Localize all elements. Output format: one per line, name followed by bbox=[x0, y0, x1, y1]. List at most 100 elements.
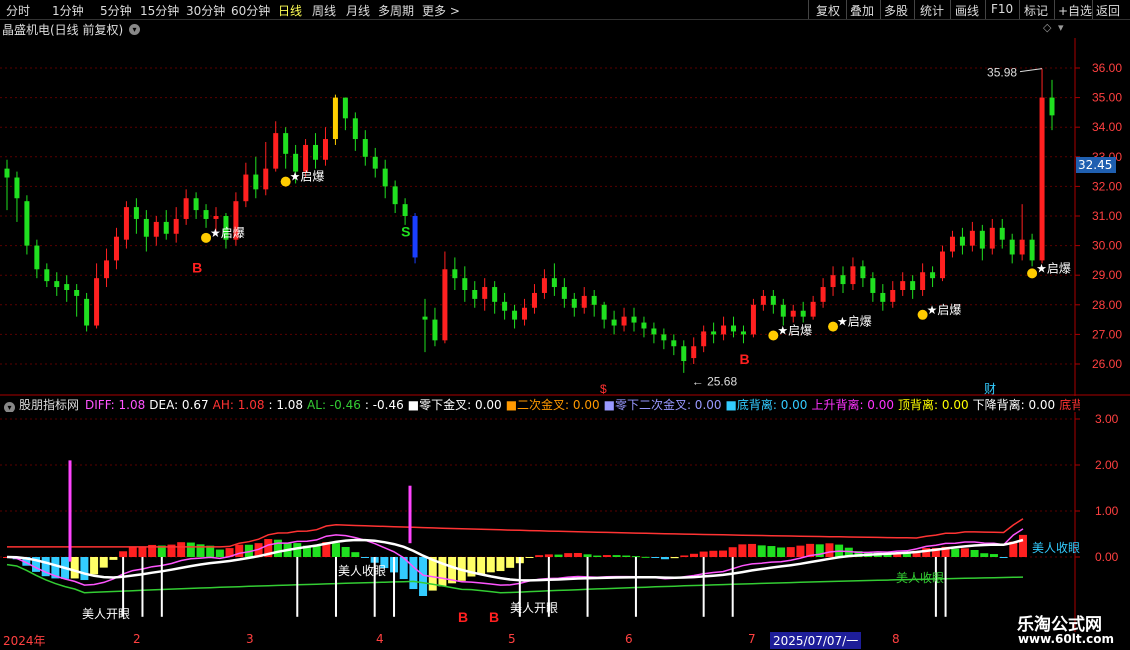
qibao-label: ★启爆 bbox=[777, 324, 812, 338]
macd-bar bbox=[177, 542, 186, 557]
candle-body bbox=[502, 301, 508, 311]
candle-body bbox=[681, 346, 687, 362]
candle-body bbox=[760, 295, 766, 305]
candle-body bbox=[551, 278, 557, 288]
candle-body bbox=[283, 133, 289, 154]
candle-body bbox=[4, 168, 10, 178]
candle-body bbox=[820, 287, 826, 302]
stock-title: 晶盛机电(日线 前复权) bbox=[2, 23, 124, 37]
candle-body bbox=[263, 168, 269, 190]
macd-bar bbox=[486, 557, 495, 573]
candle-body bbox=[213, 216, 219, 219]
macd-bar bbox=[970, 549, 979, 557]
qibao-label: ★启爆 bbox=[927, 303, 962, 317]
indicator-name: 股朋指标网 bbox=[19, 398, 80, 412]
candle-body bbox=[531, 292, 537, 308]
macd-bar bbox=[999, 557, 1008, 558]
date-cursor: 2025/07/07/一 bbox=[770, 632, 862, 649]
period-multi[interactable]: 多周期 bbox=[378, 2, 414, 19]
price-axis-label: 36.00 bbox=[1092, 61, 1122, 75]
btn-biaoji[interactable]: 标记 bbox=[1024, 2, 1048, 19]
macd-bar bbox=[341, 546, 350, 557]
price-axis-label: 27.00 bbox=[1092, 327, 1122, 341]
candle-body bbox=[303, 144, 309, 172]
period-weekly[interactable]: 周线 bbox=[312, 2, 336, 19]
btn-fanhui[interactable]: 返回 bbox=[1096, 2, 1120, 19]
btn-tongji[interactable]: 统计 bbox=[920, 2, 944, 19]
date-month-8: 8 bbox=[892, 632, 900, 646]
candle-body bbox=[999, 227, 1005, 240]
macd-bar bbox=[951, 548, 960, 557]
qibao-label: ★启爆 bbox=[837, 315, 872, 329]
period-daily[interactable]: 日线 bbox=[278, 2, 302, 19]
btn-duogu[interactable]: 多股 bbox=[884, 2, 908, 19]
macd-bar bbox=[535, 555, 544, 557]
legend-item: 顶背离: 0.00 bbox=[898, 398, 969, 412]
macd-bar bbox=[564, 553, 573, 557]
macd-bar bbox=[409, 557, 418, 590]
candle-body bbox=[1029, 239, 1035, 261]
candle-body bbox=[711, 331, 717, 335]
candle-body bbox=[1009, 239, 1015, 255]
period-60min[interactable]: 60分钟 bbox=[231, 2, 270, 19]
macd-bar bbox=[670, 557, 679, 559]
current-price-badge: 32.45 bbox=[1076, 157, 1116, 173]
candle-body bbox=[84, 298, 90, 326]
diamond-icon[interactable]: ◇ bbox=[1043, 21, 1051, 34]
price-axis-label: 34.00 bbox=[1092, 120, 1122, 134]
candle-body bbox=[14, 177, 20, 199]
candle-body bbox=[492, 287, 498, 302]
candle-body bbox=[890, 290, 896, 302]
date-month-5: 5 bbox=[508, 632, 516, 646]
date-axis: 2024年 2 3 4 5 6 7 2025/07/07/一 8 bbox=[0, 631, 1000, 650]
macd-bar bbox=[70, 557, 79, 579]
candle-body bbox=[462, 278, 468, 290]
btn-zixuan[interactable]: +自选 bbox=[1058, 2, 1092, 19]
macd-bar bbox=[660, 557, 669, 560]
period-1min[interactable]: 1分钟 bbox=[52, 2, 84, 19]
period-15min[interactable]: 15分钟 bbox=[140, 2, 179, 19]
btn-huaxian[interactable]: 画线 bbox=[955, 2, 979, 19]
candle-body bbox=[810, 301, 816, 317]
period-30min[interactable]: 30分钟 bbox=[186, 2, 225, 19]
candle-body bbox=[482, 287, 488, 299]
high-marker-line bbox=[1019, 68, 1043, 73]
macd-bar bbox=[767, 546, 776, 557]
candle-body bbox=[969, 230, 975, 246]
candle-body bbox=[94, 278, 100, 326]
macd-bar bbox=[641, 556, 650, 558]
btn-diejia[interactable]: 叠加 bbox=[850, 2, 874, 19]
legend-item: 上升背离: 0.00 bbox=[811, 398, 895, 412]
high-price-label: 35.98 bbox=[987, 66, 1017, 80]
candle-body bbox=[920, 272, 926, 290]
macd-bar bbox=[90, 557, 99, 575]
macd-bar bbox=[602, 555, 611, 557]
candle-body bbox=[253, 174, 259, 190]
period-fenshi[interactable]: 分时 bbox=[6, 2, 30, 19]
candle-body bbox=[850, 266, 856, 285]
candlestick-chart[interactable]: 36.0035.0034.0033.0032.0031.0030.0029.00… bbox=[0, 38, 1130, 396]
candle-body bbox=[621, 316, 627, 326]
candle-body bbox=[322, 139, 328, 160]
candle-body bbox=[701, 331, 707, 347]
price-axis-label: 28.00 bbox=[1092, 298, 1122, 312]
legend-item: ■零下金叉: 0.00 bbox=[407, 398, 502, 412]
btn-f10[interactable]: F10 bbox=[991, 2, 1013, 16]
candle-body bbox=[979, 230, 985, 249]
period-more[interactable]: 更多 > bbox=[422, 2, 460, 19]
period-monthly[interactable]: 月线 bbox=[346, 2, 370, 19]
candle-body bbox=[581, 295, 587, 308]
btn-fuquan[interactable]: 复权 bbox=[816, 2, 840, 19]
meiren-shouyan-label-1: 美人收眼 bbox=[338, 564, 386, 578]
period-5min[interactable]: 5分钟 bbox=[100, 2, 132, 19]
indicator-chart[interactable]: 3.002.001.000.00美人开眼 美人开眼美人收眼 美人收眼美人收眼B B bbox=[0, 412, 1130, 632]
candle-body bbox=[243, 174, 249, 202]
dropdown-small-icon[interactable]: ▾ bbox=[1058, 21, 1064, 34]
indicator-dropdown-icon[interactable]: ▾ bbox=[4, 402, 15, 412]
candle-body bbox=[731, 325, 737, 332]
dropdown-icon[interactable]: ▾ bbox=[129, 24, 140, 35]
candle-body bbox=[193, 198, 199, 211]
macd-bar bbox=[989, 554, 998, 557]
legend-item: 底背离: 0.00 : 0 bbox=[1059, 398, 1080, 412]
macd-bar bbox=[631, 556, 640, 558]
